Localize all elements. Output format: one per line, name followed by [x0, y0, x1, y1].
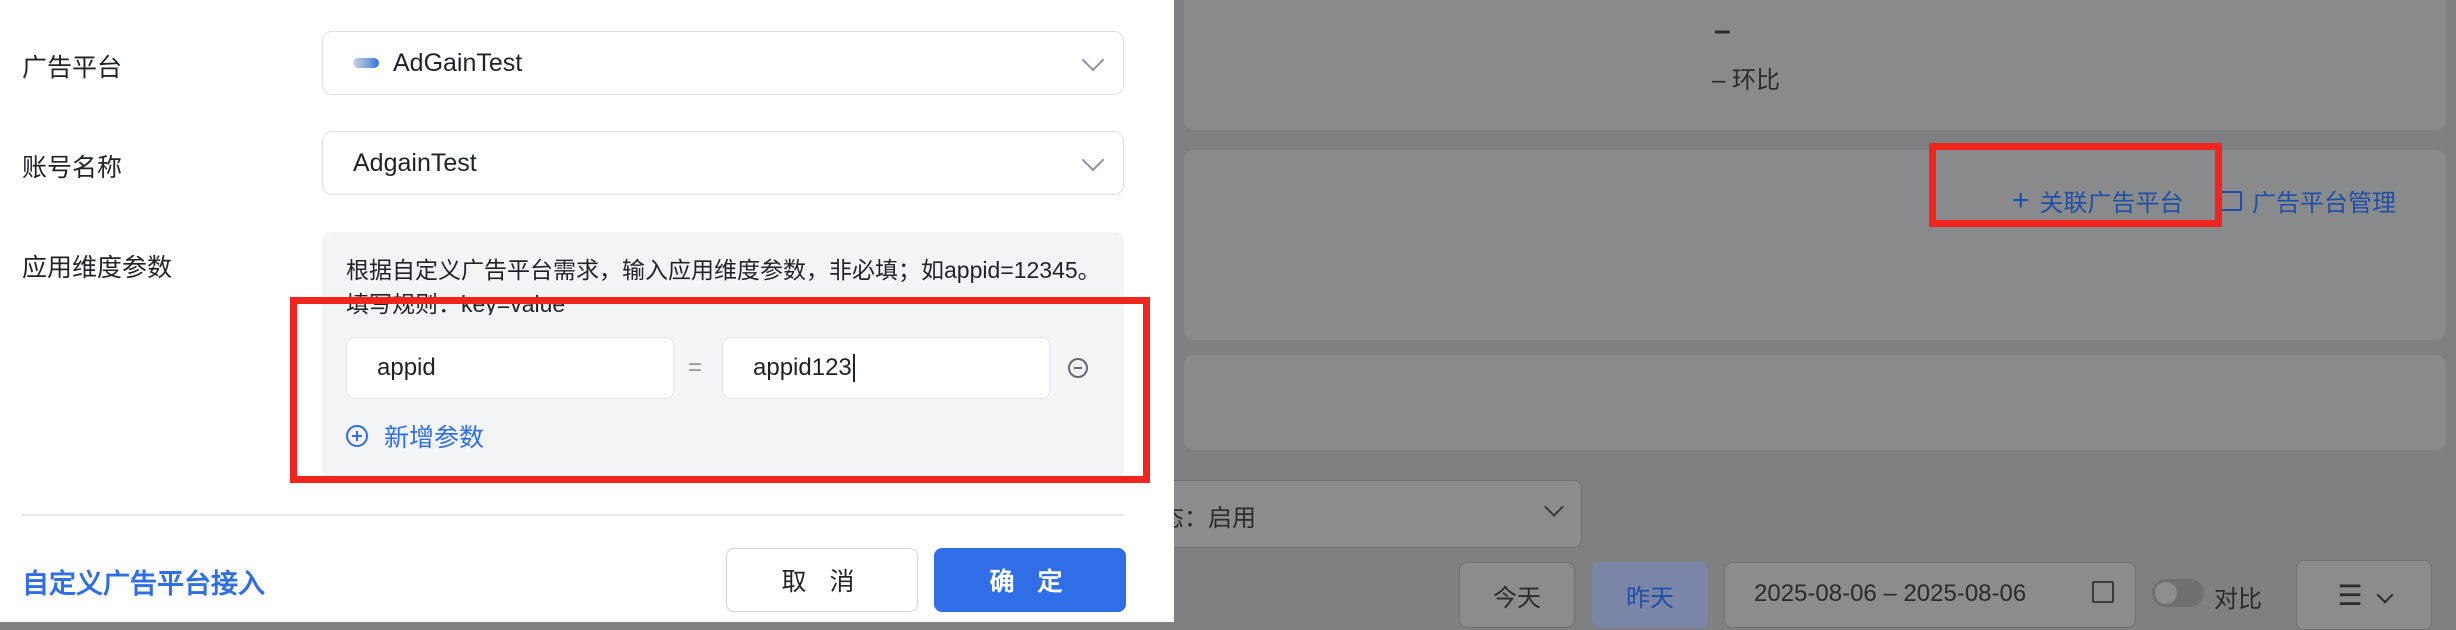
confirm-button[interactable]: 确 定: [934, 548, 1126, 612]
platform-label: 广告平台: [22, 54, 123, 82]
calendar-icon: [2092, 581, 2114, 603]
adgain-logo-icon: [353, 58, 379, 68]
date-range-value: 2025-08-06 – 2025-08-06: [1754, 580, 2027, 607]
footer-divider: [22, 514, 1124, 516]
chevron-down-icon: [2376, 586, 2394, 604]
platform-select[interactable]: AdGainTest: [322, 31, 1124, 95]
filter-card: [1184, 355, 2446, 450]
summary-card: [1184, 0, 2446, 130]
chevron-down-icon: [1081, 48, 1105, 72]
custom-platform-link[interactable]: 自定义广告平台接入: [22, 562, 265, 601]
manage-platform-button[interactable]: 广告平台管理: [2218, 183, 2396, 218]
cancel-button[interactable]: 取 消: [726, 548, 918, 612]
toggle-knob: [2155, 582, 2177, 604]
compare-toggle[interactable]: [2152, 579, 2204, 607]
sliders-icon: ☰: [2337, 579, 2363, 611]
settings-button[interactable]: ☰: [2296, 560, 2432, 630]
highlight-link-platform: [1929, 143, 2222, 227]
date-today-button[interactable]: 今天: [1459, 562, 1575, 628]
account-select[interactable]: AdgainTest: [322, 131, 1124, 195]
params-label: 应用维度参数: [22, 254, 173, 282]
status-select-value: 态：启用: [1160, 505, 1256, 532]
date-yesterday-button[interactable]: 昨天: [1592, 562, 1708, 628]
compare-label: 对比: [2214, 586, 2262, 613]
metric-value: –: [1714, 14, 1731, 47]
platform-card: [1184, 150, 2446, 340]
compare-text: – 环比: [1712, 67, 1781, 94]
account-label: 账号名称: [22, 154, 123, 182]
highlight-params: [290, 297, 1150, 483]
chevron-down-icon: [1081, 148, 1105, 172]
